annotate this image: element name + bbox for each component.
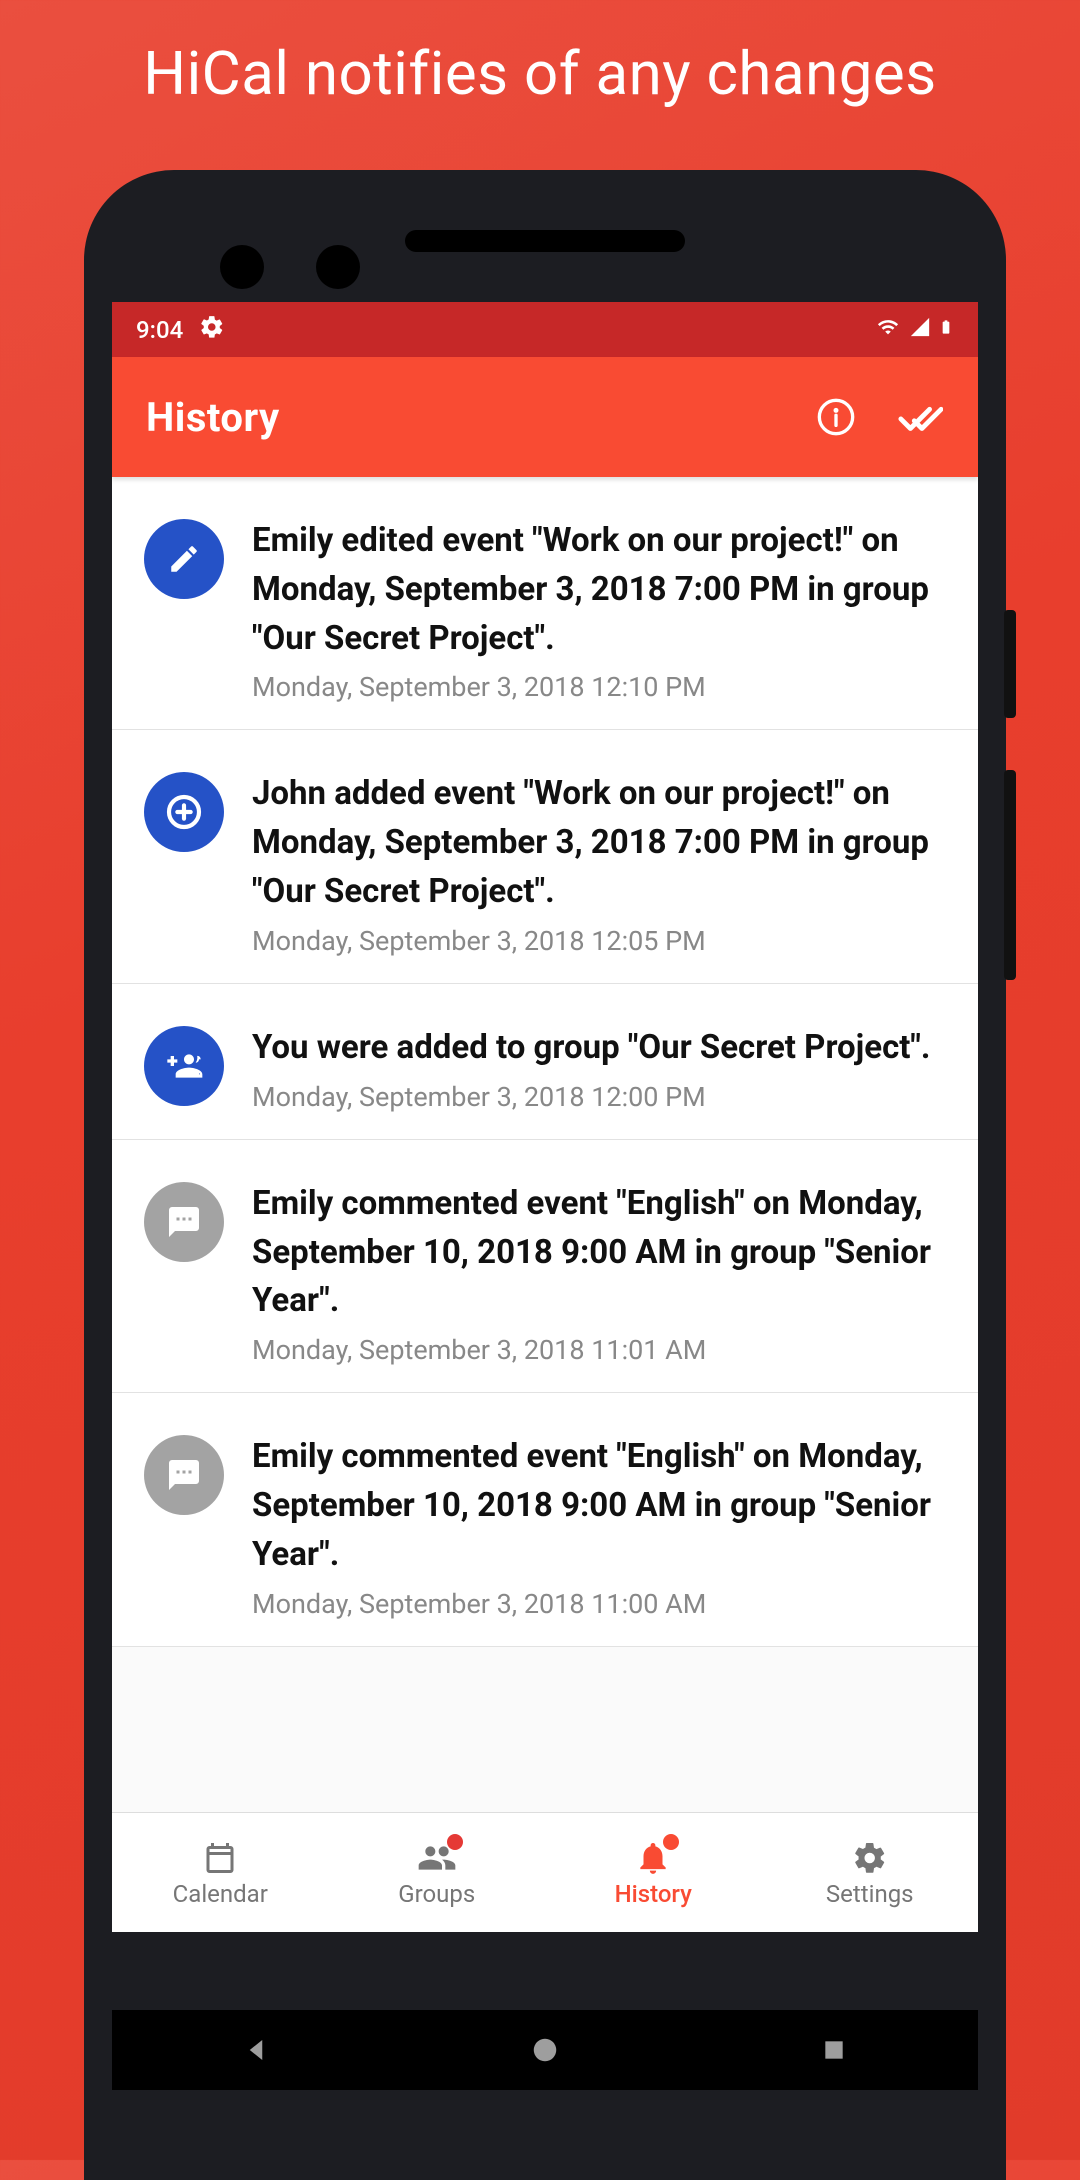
phone-camera — [220, 245, 264, 289]
bell-icon — [633, 1838, 673, 1878]
bottom-nav: Calendar Groups History S — [112, 1812, 978, 1932]
cell-signal-icon — [908, 316, 932, 344]
nav-label: Calendar — [173, 1880, 268, 1908]
group-add-icon — [144, 1026, 224, 1106]
history-item-text: Emily commented event "English" on Monda… — [252, 1433, 954, 1579]
history-item[interactable]: You were added to group "Our Secret Proj… — [112, 984, 978, 1140]
phone-frame: 9:04 History — [84, 170, 1006, 2180]
status-bar: 9:04 — [112, 302, 978, 357]
recents-button[interactable] — [810, 2026, 858, 2074]
history-item-body: John added event "Work on our project!" … — [252, 770, 954, 956]
history-item-time: Monday, September 3, 2018 11:01 AM — [252, 1334, 954, 1366]
gear-icon — [199, 314, 225, 346]
nav-calendar[interactable]: Calendar — [112, 1813, 329, 1932]
history-item[interactable]: Emily commented event "English" on Monda… — [112, 1140, 978, 1393]
history-item-text: You were added to group "Our Secret Proj… — [252, 1024, 954, 1073]
comment-icon — [144, 1435, 224, 1515]
nav-label: Settings — [826, 1880, 914, 1908]
history-item-text: John added event "Work on our project!" … — [252, 770, 954, 916]
nav-history[interactable]: History — [545, 1813, 762, 1932]
battery-icon — [938, 314, 954, 346]
history-item[interactable]: Emily edited event "Work on our project!… — [112, 477, 978, 730]
history-item[interactable]: Emily commented event "English" on Monda… — [112, 1393, 978, 1646]
phone-sensor — [316, 245, 360, 289]
gear-icon — [850, 1838, 890, 1878]
history-item-time: Monday, September 3, 2018 11:00 AM — [252, 1588, 954, 1620]
nav-settings[interactable]: Settings — [762, 1813, 979, 1932]
history-list[interactable]: Emily edited event "Work on our project!… — [112, 477, 978, 1812]
nav-label: History — [615, 1880, 692, 1908]
history-item-body: You were added to group "Our Secret Proj… — [252, 1024, 954, 1113]
history-item-body: Emily edited event "Work on our project!… — [252, 517, 954, 703]
nav-groups[interactable]: Groups — [329, 1813, 546, 1932]
history-item-body: Emily commented event "English" on Monda… — [252, 1180, 954, 1366]
history-item-text: Emily commented event "English" on Monda… — [252, 1180, 954, 1326]
mark-all-read-button[interactable] — [892, 389, 948, 445]
history-item-text: Emily edited event "Work on our project!… — [252, 517, 954, 663]
notification-dot — [447, 1834, 463, 1850]
status-time: 9:04 — [136, 316, 183, 344]
screen: 9:04 History — [112, 302, 978, 1932]
history-item-body: Emily commented event "English" on Monda… — [252, 1433, 954, 1619]
phone-earpiece — [405, 230, 685, 252]
add-icon — [144, 772, 224, 852]
phone-side-button — [1004, 770, 1016, 980]
groups-icon — [417, 1838, 457, 1878]
history-item-time: Monday, September 3, 2018 12:10 PM — [252, 671, 954, 703]
app-bar: History — [112, 357, 978, 477]
back-button[interactable] — [232, 2026, 280, 2074]
history-item-time: Monday, September 3, 2018 12:05 PM — [252, 925, 954, 957]
nav-label: Groups — [398, 1880, 475, 1908]
history-item[interactable]: John added event "Work on our project!" … — [112, 730, 978, 983]
edit-icon — [144, 519, 224, 599]
system-nav-bar — [112, 2010, 978, 2090]
home-button[interactable] — [521, 2026, 569, 2074]
page-title: History — [146, 394, 780, 441]
notification-dot — [663, 1834, 679, 1850]
promo-title: HiCal notifies of any changes — [0, 0, 1080, 109]
calendar-icon — [200, 1838, 240, 1878]
phone-side-button — [1004, 610, 1016, 718]
info-button[interactable] — [808, 389, 864, 445]
history-item-time: Monday, September 3, 2018 12:00 PM — [252, 1081, 954, 1113]
wifi-icon — [874, 316, 902, 344]
comment-icon — [144, 1182, 224, 1262]
